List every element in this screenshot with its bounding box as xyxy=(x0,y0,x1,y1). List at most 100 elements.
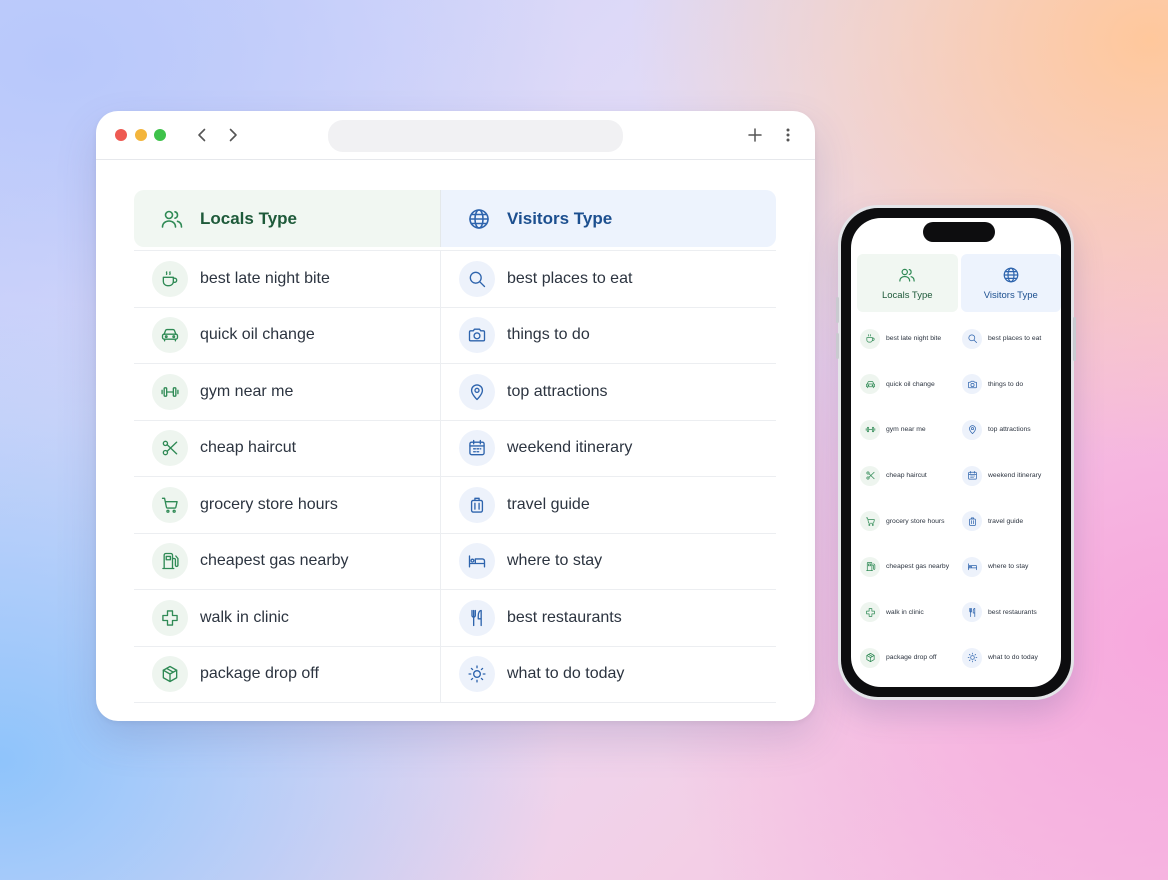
table-row: walk in clinic best restaurants xyxy=(134,589,776,646)
locals-query-cell[interactable]: cheapest gas nearby xyxy=(134,533,441,589)
mobile-locals-query-cell[interactable]: grocery store hours xyxy=(857,498,959,544)
bed-icon xyxy=(459,543,495,580)
mobile-query-label: walk in clinic xyxy=(886,608,924,616)
table-row: grocery store hours travel guide xyxy=(134,476,776,533)
locals-query-cell[interactable]: package drop off xyxy=(134,646,441,702)
browser-toolbar xyxy=(96,111,815,160)
globe-icon xyxy=(467,207,491,231)
table-body: best late night bite best places to eat qu… xyxy=(134,250,776,703)
calendar-icon xyxy=(459,430,495,467)
mobile-locals-query-cell[interactable]: package drop off xyxy=(857,635,959,681)
forward-button[interactable] xyxy=(223,124,243,146)
new-tab-button[interactable] xyxy=(744,124,766,146)
mobile-locals-query-cell[interactable]: walk in clinic xyxy=(857,590,959,636)
mobile-table-row: cheap haircut weekend itinerary xyxy=(857,453,1061,499)
mobile-visitors-query-cell[interactable]: where to stay xyxy=(959,544,1061,590)
camera-icon xyxy=(459,317,495,354)
shopping-cart-icon xyxy=(152,486,188,523)
bed-icon xyxy=(962,556,982,577)
plus-icon xyxy=(748,128,762,142)
locals-query-cell[interactable]: quick oil change xyxy=(134,307,441,363)
mobile-query-label: best late night bite xyxy=(886,335,942,343)
table-row: package drop off what to do today xyxy=(134,645,776,703)
mobile-table-row: cheapest gas nearby where to stay xyxy=(857,544,1061,590)
table-row: cheap haircut weekend itinerary xyxy=(134,419,776,477)
minimize-window-button[interactable] xyxy=(135,129,147,141)
chevron-left-icon xyxy=(198,128,206,142)
address-bar[interactable] xyxy=(328,120,623,152)
mobile-visitors-query-cell[interactable]: weekend itinerary xyxy=(959,453,1061,499)
table-row: gym near me top attractions xyxy=(134,363,776,420)
mobile-table-row: gym near me top attractions xyxy=(857,407,1061,453)
mobile-visitors-query-cell[interactable]: top attractions xyxy=(959,407,1061,453)
more-vertical-icon xyxy=(786,128,790,142)
coffee-cup-icon xyxy=(152,260,188,297)
phone-volume-button xyxy=(836,333,839,359)
mobile-query-label: cheapest gas nearby xyxy=(886,563,950,571)
mobile-query-label: what to do today xyxy=(988,654,1038,662)
browser-window: Locals Type Visitors Type best late nigh… xyxy=(96,111,815,721)
camera-icon xyxy=(962,374,982,395)
mobile-locals-query-cell[interactable]: gym near me xyxy=(857,407,959,453)
mobile-table-row: package drop off what to do today xyxy=(857,635,1061,681)
mobile-query-label: package drop off xyxy=(886,654,937,662)
phone-bezel: Locals Type Visitors Type best late nigh… xyxy=(841,208,1071,697)
luggage-icon xyxy=(962,511,982,532)
mobile-visitors-query-cell[interactable]: best places to eat xyxy=(959,316,1061,362)
query-label: cheapest gas nearby xyxy=(200,552,349,570)
map-pin-icon xyxy=(962,419,982,440)
visitors-query-cell[interactable]: top attractions xyxy=(441,364,776,420)
query-label: top attractions xyxy=(507,382,608,400)
table-row: quick oil change things to do xyxy=(134,306,776,364)
query-label: quick oil change xyxy=(200,326,315,344)
utensils-icon xyxy=(459,599,495,636)
visitors-query-cell[interactable]: best places to eat xyxy=(441,251,776,307)
mobile-locals-query-cell[interactable]: quick oil change xyxy=(857,362,959,408)
mobile-query-label: cheap haircut xyxy=(886,472,927,480)
mobile-visitors-query-cell[interactable]: what to do today xyxy=(959,635,1061,681)
locals-query-cell[interactable]: cheap haircut xyxy=(134,420,441,476)
mobile-query-label: top attractions xyxy=(988,426,1031,434)
more-menu-button[interactable] xyxy=(779,124,797,146)
query-label: grocery store hours xyxy=(200,495,338,513)
mobile-locals-query-cell[interactable]: cheap haircut xyxy=(857,453,959,499)
mobile-visitors-query-cell[interactable]: things to do xyxy=(959,362,1061,408)
mobile-query-label: grocery store hours xyxy=(886,517,945,525)
sun-icon xyxy=(962,647,982,668)
mobile-visitors-query-cell[interactable]: travel guide xyxy=(959,498,1061,544)
visitors-query-cell[interactable]: things to do xyxy=(441,308,776,364)
mobile-query-label: gym near me xyxy=(886,426,926,434)
mobile-visitors-query-cell[interactable]: best restaurants xyxy=(959,590,1061,636)
visitors-query-cell[interactable]: weekend itinerary xyxy=(441,421,776,477)
visitors-query-cell[interactable]: where to stay xyxy=(441,534,776,590)
phone-screen: Locals Type Visitors Type best late nigh… xyxy=(851,218,1061,687)
table-header: Locals Type Visitors Type xyxy=(134,190,776,247)
chevron-right-icon xyxy=(229,128,237,142)
mobile-locals-query-cell[interactable]: best late night bite xyxy=(857,316,959,362)
locals-query-cell[interactable]: grocery store hours xyxy=(134,477,441,533)
mobile-locals-query-cell[interactable]: cheapest gas nearby xyxy=(857,544,959,590)
mobile-table-row: quick oil change things to do xyxy=(857,362,1061,408)
maximize-window-button[interactable] xyxy=(154,129,166,141)
visitors-type-header: Visitors Type xyxy=(441,190,776,247)
table-row: cheapest gas nearby where to stay xyxy=(134,532,776,590)
search-icon xyxy=(459,260,495,297)
locals-query-cell[interactable]: walk in clinic xyxy=(134,590,441,646)
locals-query-cell[interactable]: best late night bite xyxy=(134,251,441,307)
globe-icon xyxy=(1002,266,1020,284)
mobile-table-row: best late night bite best places to eat xyxy=(857,316,1061,362)
mobile-locals-type-header: Locals Type xyxy=(857,254,958,312)
visitors-query-cell[interactable]: what to do today xyxy=(441,647,776,703)
mobile-query-label: things to do xyxy=(988,380,1024,388)
back-button[interactable] xyxy=(192,124,212,146)
close-window-button[interactable] xyxy=(115,129,127,141)
visitors-query-cell[interactable]: travel guide xyxy=(441,477,776,533)
mobile-query-label: best restaurants xyxy=(988,608,1037,616)
map-pin-icon xyxy=(459,373,495,410)
mobile-query-label: where to stay xyxy=(988,563,1029,571)
query-label: things to do xyxy=(507,326,590,344)
locals-query-cell[interactable]: gym near me xyxy=(134,364,441,420)
visitors-query-cell[interactable]: best restaurants xyxy=(441,590,776,646)
table-row: best late night bite best places to eat xyxy=(134,250,776,307)
shopping-cart-icon xyxy=(860,511,880,532)
